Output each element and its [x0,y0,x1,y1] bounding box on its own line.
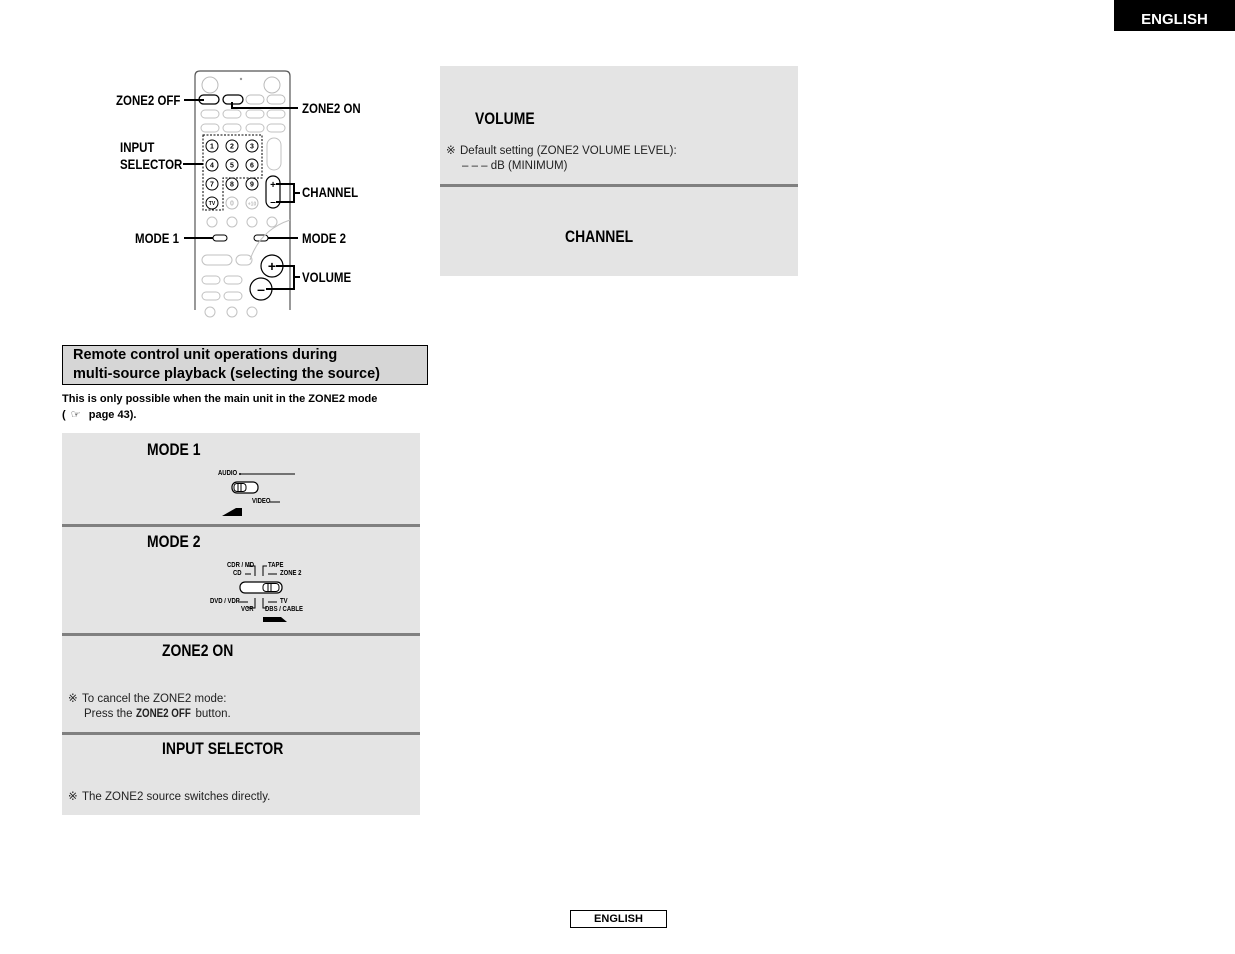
footer-language-label: ENGLISH [570,910,667,928]
footer-language-text: ENGLISH [594,913,643,925]
svg-text:7: 7 [210,182,214,189]
step-title-zone2-on: ZONE2 ON [162,641,234,660]
switch-label-cd: CD [233,570,242,577]
svg-text:1: 1 [210,144,214,151]
note-line: Press the [84,708,136,720]
step-title-mode2: MODE 2 [147,532,201,551]
section-heading-line1: Remote control unit operations during [73,347,338,363]
page-reference-icon: ☞ [70,409,81,421]
step-title-mode1: MODE 1 [147,440,201,459]
switch-label-audio: AUDIO [218,470,238,477]
step-note-volume: ※ Default setting (ZONE2 VOLUME LEVEL): –… [446,144,677,174]
switch-label-video: VIDEO [252,498,271,505]
svg-text:4: 4 [210,163,214,170]
switch-label-tape: TAPE [268,562,284,569]
svg-text:6: 6 [250,163,254,170]
svg-text:–: – [257,281,265,297]
svg-text:TV: TV [209,201,216,207]
callout-mode2: MODE 2 [302,230,347,246]
callout-zone2-on: ZONE2 ON [302,100,361,116]
svg-text:5: 5 [230,163,234,170]
callout-input-selector-line2: SELECTOR [120,156,183,172]
section-intro: This is only possible when the main unit… [62,391,422,423]
switch-label-dvd-vdp: DVD / VDP [210,598,240,605]
panel-divider [62,732,420,735]
svg-text:0: 0 [230,201,234,208]
switch-label-zone2: ZONE 2 [280,570,302,577]
svg-text:–: – [270,197,276,208]
note-line: Default setting (ZONE2 VOLUME LEVEL): [460,145,677,157]
language-tab-label: ENGLISH [1141,11,1208,28]
section-heading-line2: multi-source playback (selecting the sou… [73,366,381,382]
step-note-input-selector: ※ The ZONE2 source switches directly. [68,790,270,805]
switch-label-cdr-md: CDR / MD [227,562,255,569]
svg-text:9: 9 [250,182,254,189]
svg-text:8: 8 [230,182,234,189]
panel-divider [62,633,420,636]
panel-divider [62,524,420,527]
note-mark-icon: ※ [68,693,78,705]
note-mark-icon: ※ [68,791,78,803]
mode2-switch-diagram: CDR / MD CD TAPE ZONE 2 DVD / VDP VCR TV… [205,562,315,628]
svg-text:+: + [270,180,276,191]
mode1-switch-diagram: AUDIO VIDEO [210,466,310,522]
panel-divider [440,184,798,187]
step-note-zone2-on: ※ To cancel the ZONE2 mode: Press the ZON… [68,692,231,722]
remote-control-diagram: 1 2 3 4 5 6 7 8 9 TV 0 +10 + – + – ZONE2… [100,60,400,320]
note-line: – – – dB (MINIMUM) [462,160,568,172]
section-heading: Remote control unit operations during mu… [62,345,428,385]
note-bold-zone2-off: ZONE2 OFF [135,708,191,720]
svg-text:+10: +10 [248,202,257,208]
language-tab: ENGLISH [1114,0,1235,31]
switch-label-tv: TV [280,598,288,605]
step-title-channel: CHANNEL [565,227,634,246]
note-line: button. [192,708,231,720]
intro-line1: This is only possible when the main unit… [62,393,378,405]
step-title-input-selector: INPUT SELECTOR [162,739,284,758]
note-line: To cancel the ZONE2 mode: [82,693,227,705]
callout-volume: VOLUME [302,269,352,285]
callout-input-selector-line1: INPUT [120,139,155,155]
intro-page-ref: page 43). [85,409,137,421]
svg-text:2: 2 [230,144,234,151]
step-title-volume: VOLUME [475,109,535,128]
callout-zone2-off: ZONE2 OFF [116,92,181,108]
switch-label-vcr: VCR [241,606,254,613]
svg-text:3: 3 [250,144,254,151]
slide-left-arrow-icon [222,508,242,516]
svg-text:+: + [268,258,276,274]
slide-right-arrow-icon [263,617,287,622]
note-line: The ZONE2 source switches directly. [82,791,271,803]
callout-channel: CHANNEL [302,184,359,200]
switch-label-dbs-cable: DBS / CABLE [265,606,304,613]
callout-mode1: MODE 1 [135,230,180,246]
mode1-switch [212,234,228,242]
note-mark-icon: ※ [446,145,456,157]
